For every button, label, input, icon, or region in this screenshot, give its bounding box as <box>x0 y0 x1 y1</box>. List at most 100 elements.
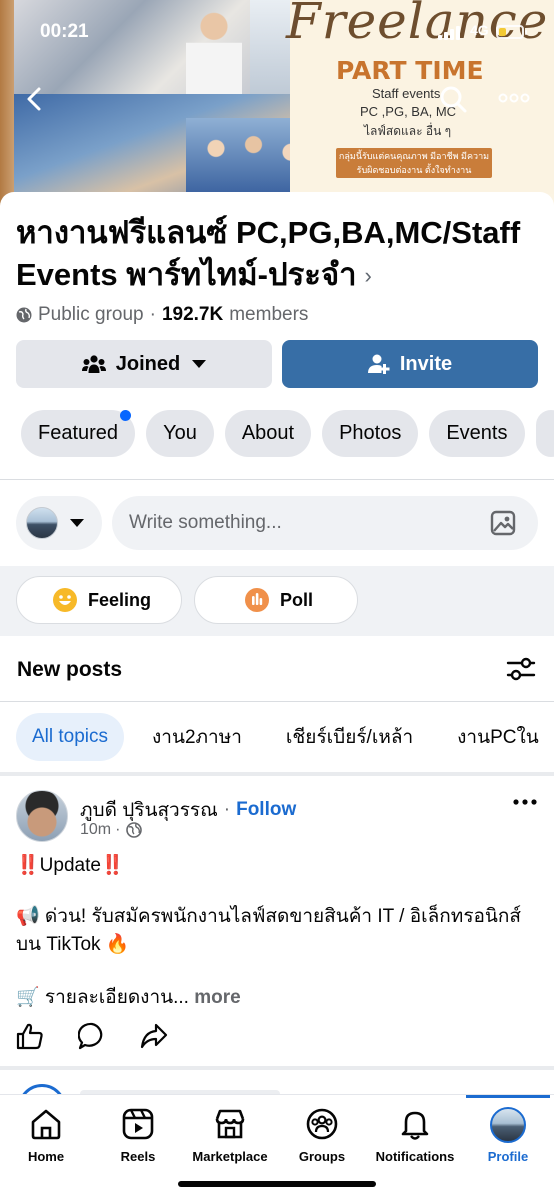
post-text-line: 🛒 รายละเอียดงาน... more <box>16 983 542 1013</box>
active-tab-indicator <box>466 1095 550 1098</box>
dropdown-caret-icon <box>192 360 207 368</box>
post-text: 🛒 รายละเอียดงาน... <box>16 987 189 1008</box>
member-count: 192.7K <box>161 304 224 325</box>
nav-profile[interactable]: Profile <box>462 1107 554 1164</box>
photo-icon[interactable] <box>490 509 516 537</box>
group-cover-photo[interactable]: Freelance PART TIME Staff events PC ,PG,… <box>0 0 554 215</box>
group-name: หางานฟรีแลนซ์ PC,PG,BA,MC/Staff Events พ… <box>16 215 521 292</box>
network-type: 4G <box>470 22 489 38</box>
topic-chip[interactable]: งาน2ภาษา <box>136 713 258 761</box>
group-meta: Public group · 192.7K members <box>16 304 308 326</box>
follow-button[interactable]: Follow <box>236 799 296 821</box>
post-text-line: 📢 ด่วน! รับสมัครพนักงานไลฟ์สดขายสินค้า I… <box>16 906 522 927</box>
poll-label: Poll <box>280 589 314 610</box>
topic-filters: All topics งาน2ภาษา เชียร์เบียร์/เหล้า ง… <box>16 713 554 761</box>
write-something-input[interactable]: Write something... <box>112 496 538 550</box>
tab-label: Photos <box>339 422 402 444</box>
post-author-avatar[interactable] <box>16 790 68 842</box>
avatar <box>26 507 58 539</box>
tab-events[interactable]: Events <box>429 410 525 457</box>
share-icon[interactable] <box>140 1022 168 1050</box>
composer-placeholder: Write something... <box>129 512 282 533</box>
signal-icon <box>456 26 460 40</box>
tab-about[interactable]: About <box>224 410 312 457</box>
new-posts-heading: New posts <box>17 658 123 681</box>
group-members-icon <box>81 355 106 373</box>
tab-featured[interactable]: Featured <box>21 410 136 457</box>
nav-home[interactable]: Home <box>0 1107 92 1164</box>
cover-tagline: กลุ่มนี้รับแต่คนคุณภาพ มีอาชีพ มีความรับ… <box>336 148 492 178</box>
members-label: members <box>229 304 309 325</box>
section-divider <box>0 479 554 480</box>
see-more-link[interactable]: more <box>194 987 240 1008</box>
cover-line: Staff events <box>372 86 441 101</box>
tab-label: Events <box>446 422 508 444</box>
back-arrow-icon[interactable] <box>22 86 48 112</box>
section-divider <box>0 772 554 776</box>
group-name-link[interactable]: หางานฟรีแลนซ์ PC,PG,BA,MC/Staff Events พ… <box>16 212 536 297</box>
nav-label: Groups <box>298 1149 346 1164</box>
cover-businesswoman-image <box>186 0 242 94</box>
meta-separator: · <box>149 304 156 325</box>
group-privacy: Public group <box>38 304 144 325</box>
signal-icon <box>438 35 442 40</box>
separator: · <box>115 821 121 838</box>
feeling-button[interactable]: Feeling <box>16 576 182 624</box>
invite-label: Invite <box>399 352 453 375</box>
poll-icon <box>245 588 269 612</box>
sort-filter-icon[interactable] <box>506 656 536 682</box>
status-bar-indicators: 4G <box>438 22 534 40</box>
topic-chip[interactable]: เชียร์เบียร์/เหล้า <box>270 713 429 761</box>
topic-chip[interactable]: งานPCใน <box>441 713 554 761</box>
nav-reels[interactable]: Reels <box>92 1107 184 1164</box>
tab-you[interactable]: You <box>146 410 214 457</box>
joined-label: Joined <box>115 352 181 375</box>
battery-icon <box>496 25 527 39</box>
section-divider <box>0 701 554 702</box>
group-header: หางานฟรีแลนซ์ PC,PG,BA,MC/Staff Events พ… <box>0 192 554 482</box>
nav-label: Reels <box>120 1149 156 1164</box>
cover-line: ไลฟ์สดและ อื่น ๆ <box>364 124 452 138</box>
globe-icon <box>126 822 143 838</box>
joined-button[interactable]: Joined <box>16 340 272 388</box>
chevron-right-icon: › <box>364 263 372 288</box>
globe-icon <box>16 307 32 323</box>
home-icon <box>31 1109 61 1140</box>
poll-button[interactable]: Poll <box>194 576 358 624</box>
cover-subheadline: PART TIME <box>336 56 484 85</box>
topic-all[interactable]: All topics <box>16 713 125 761</box>
nav-label: Home <box>27 1149 65 1164</box>
tab-photos[interactable]: Photos <box>322 410 419 457</box>
nav-groups[interactable]: Groups <box>276 1107 368 1164</box>
signal-icon <box>444 32 448 40</box>
status-bar-time: 00:21 <box>40 21 89 42</box>
more-options-icon[interactable] <box>498 90 530 106</box>
post-text-line: บน TikTok 🔥 <box>16 934 130 955</box>
invite-button[interactable]: Invite <box>282 340 538 388</box>
nav-label: Notifications <box>375 1149 455 1164</box>
like-icon[interactable] <box>16 1022 44 1050</box>
post-more-icon[interactable] <box>512 797 538 807</box>
separator: · <box>223 799 231 820</box>
post-text-line: ‼️Update‼️ <box>16 855 125 876</box>
comment-icon[interactable] <box>78 1022 106 1050</box>
post-timestamp[interactable]: 10m <box>80 821 111 839</box>
nav-label: Profile <box>487 1149 529 1164</box>
smiley-icon <box>53 588 77 612</box>
dropdown-caret-icon <box>70 519 84 527</box>
marketplace-icon <box>215 1109 245 1139</box>
post-actions <box>16 1022 168 1050</box>
tab-label: Featured <box>38 422 119 444</box>
tab-overflow[interactable] <box>535 410 554 457</box>
post-as-selector[interactable] <box>16 496 102 550</box>
home-indicator <box>178 1181 376 1187</box>
search-icon[interactable] <box>438 84 468 114</box>
post-composer: Write something... <box>16 496 538 550</box>
group-tabs: Featured You About Photos Events <box>21 410 554 457</box>
reels-icon <box>122 1108 154 1140</box>
nav-notifications[interactable]: Notifications <box>369 1107 461 1164</box>
quick-actions-bar: Feeling Poll <box>0 566 554 636</box>
nav-marketplace[interactable]: Marketplace <box>184 1107 276 1164</box>
add-person-icon <box>367 354 390 374</box>
groups-icon <box>306 1108 338 1140</box>
